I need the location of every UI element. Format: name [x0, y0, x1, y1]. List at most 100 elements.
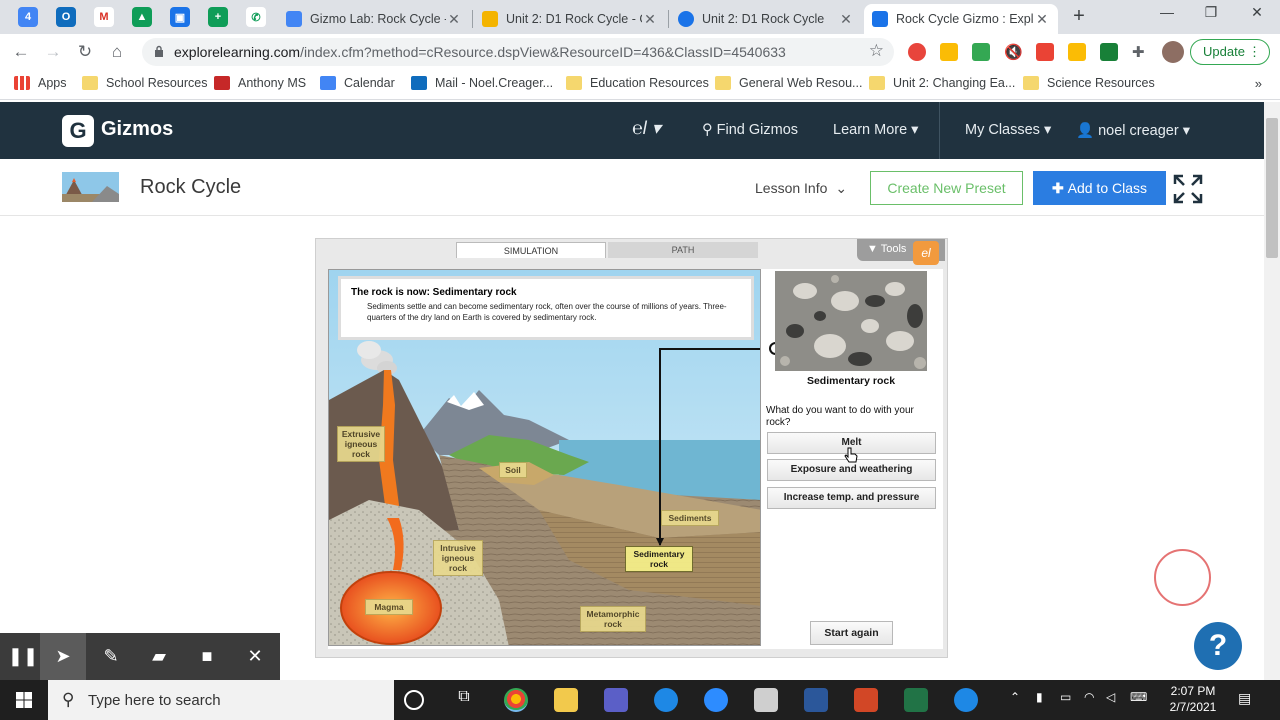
classroom-pinned-tab-icon[interactable]: ▣: [170, 7, 190, 27]
bookmark-apps[interactable]: Apps: [14, 76, 67, 90]
outlook-pinned-tab-icon[interactable]: O: [56, 7, 76, 27]
bookmark-school-resources[interactable]: School Resources: [82, 76, 207, 90]
bookmark-label: Unit 2: Changing Ea...: [893, 76, 1016, 90]
microphone-icon[interactable]: ▮: [1036, 690, 1043, 704]
add-to-class-button[interactable]: ✚ Add to Class: [1033, 171, 1166, 205]
scrollbar-thumb[interactable]: [1266, 118, 1278, 258]
minimize-window-icon[interactable]: —: [1152, 4, 1182, 20]
bookmark-star-icon[interactable]: ☆: [869, 41, 884, 61]
bookmark-general-web-resources[interactable]: General Web Resou...: [715, 76, 862, 90]
lesson-info-dropdown[interactable]: Lesson Info ⌄: [755, 180, 847, 197]
bookmark-anthony-ms[interactable]: Anthony MS: [214, 76, 306, 90]
address-bar[interactable]: explorelearning.com/index.cfm?method=cRe…: [142, 38, 894, 66]
home-icon[interactable]: ⌂: [106, 41, 128, 63]
create-new-preset-button[interactable]: Create New Preset: [870, 171, 1023, 205]
edge-alt-icon[interactable]: [954, 688, 978, 712]
forward-arrow-icon[interactable]: →: [42, 41, 64, 63]
bookmarks-bar: Apps School Resources Anthony MS Calenda…: [0, 70, 1280, 100]
document-extension-icon[interactable]: [1036, 43, 1054, 61]
find-gizmos-link[interactable]: ⚲ Find Gizmos: [702, 122, 798, 138]
task-view-icon[interactable]: ⧉: [452, 688, 476, 712]
profile-avatar[interactable]: [1162, 41, 1184, 63]
tab-gizmo-lab[interactable]: Gizmo Lab: Rock Cycle - ✕: [278, 4, 470, 34]
tab-unit2-assignment[interactable]: Unit 2: D1 Rock Cycle ✕: [670, 4, 862, 34]
highlighter-tool-icon[interactable]: ▰: [136, 633, 182, 680]
zoom-icon[interactable]: [704, 688, 728, 712]
gizmos-logo-icon[interactable]: G: [62, 115, 94, 147]
tab-simulation[interactable]: SIMULATION: [456, 242, 606, 258]
sheets-extension-icon[interactable]: [1100, 43, 1118, 61]
tab-rock-cycle-gizmo[interactable]: Rock Cycle Gizmo : Explo ✕: [864, 4, 1058, 34]
excel-icon[interactable]: [904, 688, 928, 712]
pointer-tool-icon[interactable]: ➤: [40, 633, 86, 680]
learn-more-menu[interactable]: Learn More ▾: [833, 122, 918, 138]
calendar-pinned-tab-icon[interactable]: 4: [18, 7, 38, 27]
close-tab-icon[interactable]: ✕: [838, 11, 854, 28]
extension-icon[interactable]: [908, 43, 926, 61]
edge-icon[interactable]: [654, 688, 678, 712]
shield-extension-icon[interactable]: [940, 43, 958, 61]
bookmark-unit2[interactable]: Unit 2: Changing Ea...: [869, 76, 1015, 90]
sheets-pinned-tab-icon[interactable]: +: [208, 7, 228, 27]
new-tab-button[interactable]: +: [1068, 5, 1090, 29]
fullscreen-expand-icon[interactable]: [1173, 174, 1203, 204]
caret-down-icon: ▾: [907, 122, 919, 138]
puzzle-extensions-icon[interactable]: ✚: [1132, 43, 1150, 61]
gizmos-header: G Gizmos ℮l ▾ ⚲ Find Gizmos Learn More ▾…: [0, 102, 1280, 159]
tab-unit2-slides[interactable]: Unit 2: D1 Rock Cycle - G ✕: [474, 4, 666, 34]
screencast-extension-icon[interactable]: [972, 43, 990, 61]
wifi-icon[interactable]: ◠: [1084, 690, 1094, 704]
back-arrow-icon[interactable]: ←: [10, 41, 32, 63]
bookmark-science-resources[interactable]: Science Resources: [1023, 76, 1155, 90]
tray-chevron-up-icon[interactable]: ⌃: [1010, 690, 1020, 704]
close-tab-icon[interactable]: ✕: [446, 11, 462, 28]
label-magma: Magma: [365, 599, 413, 615]
taskbar-search-box[interactable]: ⚲ Type here to search: [48, 680, 394, 720]
mute-tab-icon[interactable]: 🔇: [1004, 43, 1023, 61]
close-window-icon[interactable]: ✕: [1242, 4, 1272, 21]
maximize-window-icon[interactable]: ❐: [1196, 4, 1226, 21]
word-icon[interactable]: [804, 688, 828, 712]
bookmark-mail[interactable]: Mail - Noel.Creager...: [411, 76, 553, 90]
increase-temp-and-pressure-button[interactable]: Increase temp. and pressure: [767, 487, 936, 509]
start-again-button[interactable]: Start again: [810, 621, 893, 645]
phone-pinned-tab-icon[interactable]: ✆: [246, 7, 266, 27]
el-badge-icon[interactable]: el: [913, 241, 939, 265]
tools-label: Tools: [880, 243, 907, 255]
help-button[interactable]: ?: [1194, 622, 1242, 670]
chrome-update-button[interactable]: Update ⋮: [1190, 39, 1270, 65]
volume-icon[interactable]: ◁: [1106, 690, 1115, 704]
user-menu[interactable]: 👤 noel creager ▾: [1076, 122, 1190, 139]
gizmos-brand[interactable]: Gizmos: [101, 118, 173, 141]
kebab-menu-icon[interactable]: ⋮: [1248, 40, 1261, 64]
school-logo-icon: [214, 76, 230, 90]
notifications-icon[interactable]: ▤: [1238, 690, 1251, 707]
close-tab-icon[interactable]: ✕: [1034, 11, 1050, 28]
powerpoint-icon[interactable]: [854, 688, 878, 712]
webcam-icon[interactable]: ■: [184, 633, 230, 680]
windows-start-icon[interactable]: [16, 692, 32, 708]
close-recorder-icon[interactable]: ✕: [232, 633, 278, 680]
reload-icon[interactable]: ↻: [74, 41, 96, 63]
url-path: /index.cfm?method=cResource.dspView&Reso…: [300, 44, 786, 60]
snipping-tool-icon[interactable]: [754, 688, 778, 712]
bookmarks-overflow-chevron[interactable]: »: [1255, 76, 1262, 91]
gmail-pinned-tab-icon[interactable]: M: [94, 7, 114, 27]
thumbs-up-extension-icon[interactable]: [1068, 43, 1086, 61]
bookmark-calendar[interactable]: Calendar: [320, 76, 395, 90]
close-tab-icon[interactable]: ✕: [642, 11, 658, 28]
pen-tool-icon[interactable]: ✎: [88, 633, 134, 680]
ime-icon[interactable]: ⌨: [1130, 690, 1147, 704]
file-explorer-icon[interactable]: [554, 688, 578, 712]
chrome-taskbar-icon[interactable]: [504, 688, 528, 712]
teams-icon[interactable]: [604, 688, 628, 712]
page-scrollbar[interactable]: [1264, 102, 1280, 680]
battery-icon[interactable]: ▭: [1060, 690, 1071, 704]
tab-path[interactable]: PATH: [608, 242, 758, 258]
cortana-icon[interactable]: [404, 690, 424, 710]
my-classes-menu[interactable]: My Classes ▾: [965, 122, 1051, 138]
drive-pinned-tab-icon[interactable]: ▲: [132, 7, 152, 27]
bookmark-education-resources[interactable]: Education Resources: [566, 76, 709, 90]
el-menu-icon[interactable]: ℮l ▾: [632, 118, 661, 139]
taskbar-clock[interactable]: 2:07 PM 2/7/2021: [1162, 683, 1224, 715]
